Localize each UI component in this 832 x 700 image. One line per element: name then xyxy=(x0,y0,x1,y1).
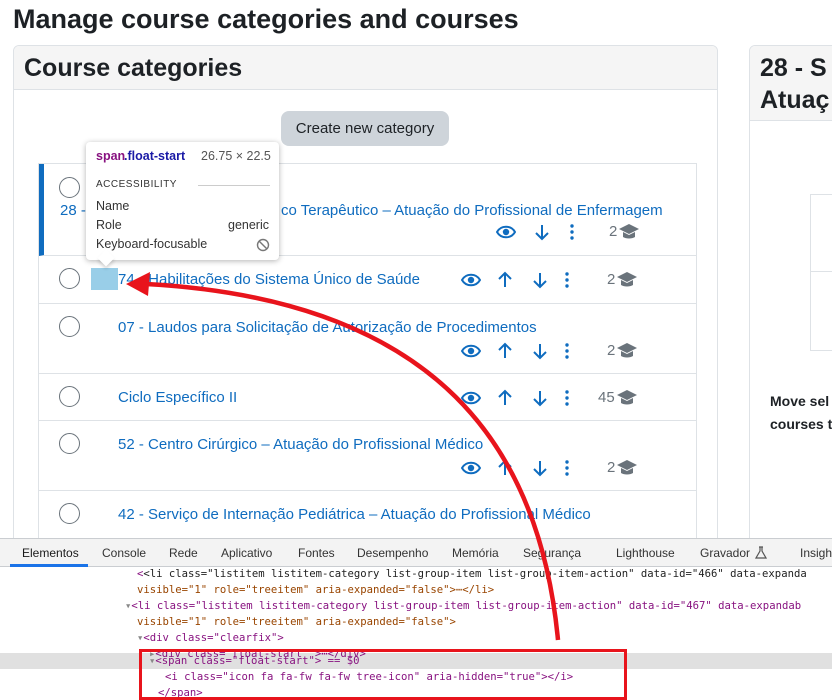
dom-line-text: <li class="listitem listitem-category li… xyxy=(143,568,807,580)
category-link-rest[interactable]: - Habilitações do Sistema Único de Saúde xyxy=(139,271,420,288)
dom-line-text: <div class="clearfix"> xyxy=(143,632,284,644)
category-link[interactable]: 52 - Centro Cirúrgico – Atuação do Profi… xyxy=(118,436,483,453)
dom-line[interactable]: visible="1" role="treeitem" aria-expande… xyxy=(137,616,456,628)
arrow-down-icon[interactable] xyxy=(530,270,550,290)
dom-line-text: visible="1" role="treeitem" aria-expande… xyxy=(137,616,456,628)
eye-icon[interactable] xyxy=(461,388,481,408)
eye-icon[interactable] xyxy=(496,222,516,242)
arrow-down-icon[interactable] xyxy=(530,458,550,478)
tab-network[interactable]: Rede xyxy=(169,546,198,560)
row-select-radio[interactable] xyxy=(59,316,80,337)
graduation-cap-icon xyxy=(619,224,639,239)
more-icon[interactable] xyxy=(562,222,582,242)
inspect-tooltip: span .float-start 26.75 × 22.5 ACCESSIBI… xyxy=(86,142,279,260)
arrow-up-icon[interactable] xyxy=(495,388,515,408)
tab-sources[interactable]: Fontes xyxy=(298,546,335,560)
category-row[interactable]: 74 - Habilitações do Sistema Único de Sa… xyxy=(39,256,696,304)
dom-line[interactable]: ▾<div class="clearfix"> xyxy=(137,632,284,644)
arrow-down-icon[interactable] xyxy=(532,222,552,242)
tooltip-selector-tag: span xyxy=(96,149,126,163)
category-detail-title: 28 - S xyxy=(760,54,827,82)
selected-tab-indicator xyxy=(10,564,88,567)
tooltip-focusable-label: Keyboard-focusable xyxy=(96,237,208,251)
category-row[interactable]: Ciclo Específico II 45 xyxy=(39,374,696,421)
flask-icon xyxy=(755,546,767,559)
dom-line-text: visible="1" role="treeitem" aria-expande… xyxy=(137,584,495,596)
category-detail-title-line2: Atuaç xyxy=(760,86,830,114)
eye-icon[interactable] xyxy=(461,458,481,478)
arrow-up-icon[interactable] xyxy=(495,458,515,478)
more-icon[interactable] xyxy=(557,388,577,408)
move-selected-label-line2: courses t xyxy=(770,416,832,432)
graduation-cap-icon xyxy=(617,390,637,405)
arrow-down-icon[interactable] xyxy=(530,341,550,361)
dom-line[interactable]: <<li class="listitem listitem-category l… xyxy=(137,568,807,580)
tab-application[interactable]: Aplicativo xyxy=(221,546,272,560)
dom-line[interactable]: ▾<li class="listitem listitem-category l… xyxy=(125,600,801,612)
tooltip-role-value: generic xyxy=(228,218,269,232)
tab-memory[interactable]: Memória xyxy=(452,546,499,560)
arrow-up-icon[interactable] xyxy=(495,341,515,361)
annotation-highlight-box xyxy=(139,649,627,700)
category-row[interactable]: 07 - Laudos para Solicitação de Autoriza… xyxy=(39,304,696,374)
graduation-cap-icon xyxy=(617,272,637,287)
category-link[interactable]: 07 - Laudos para Solicitação de Autoriza… xyxy=(118,319,537,336)
row-select-radio[interactable] xyxy=(59,503,80,524)
tooltip-section-rule xyxy=(198,185,270,186)
tab-performance[interactable]: Desempenho xyxy=(357,546,428,560)
category-detail-header: 28 - S Atuaç xyxy=(750,46,832,121)
course-count: 45 xyxy=(598,389,615,406)
tooltip-size: 26.75 × 22.5 xyxy=(201,149,271,163)
devtools-tab-bar: Elementos Console Rede Aplicativo Fontes… xyxy=(0,539,832,567)
eye-icon[interactable] xyxy=(461,270,481,290)
move-selected-label: Move sel xyxy=(770,393,830,409)
category-link[interactable]: Ciclo Específico II xyxy=(118,389,237,406)
graduation-cap-icon xyxy=(617,343,637,358)
tooltip-selector-class: .float-start xyxy=(124,149,186,163)
page-title: Manage course categories and courses xyxy=(13,4,519,34)
eye-icon[interactable] xyxy=(461,341,481,361)
tooltip-role-label: Role xyxy=(96,218,122,232)
arrow-down-icon[interactable] xyxy=(530,388,550,408)
tab-console[interactable]: Console xyxy=(102,546,146,560)
divider xyxy=(810,271,832,272)
not-focusable-icon xyxy=(256,238,270,252)
tab-insights[interactable]: Insigh xyxy=(800,546,832,560)
categories-panel-header: Course categories xyxy=(14,46,717,90)
tab-security[interactable]: Segurança xyxy=(523,546,581,560)
arrow-up-icon[interactable] xyxy=(495,270,515,290)
row-select-radio[interactable] xyxy=(59,177,80,198)
row-select-radio[interactable] xyxy=(59,386,80,407)
tooltip-name-label: Name xyxy=(96,199,130,213)
more-icon[interactable] xyxy=(557,458,577,478)
category-link[interactable]: 28 - xyxy=(60,202,86,219)
detail-box xyxy=(810,194,832,351)
dom-line[interactable]: visible="1" role="treeitem" aria-expande… xyxy=(137,584,494,596)
tooltip-section: ACCESSIBILITY xyxy=(96,179,177,190)
category-row[interactable]: 52 - Centro Cirúrgico – Atuação do Profi… xyxy=(39,421,696,491)
graduation-cap-icon xyxy=(617,460,637,475)
more-icon[interactable] xyxy=(557,341,577,361)
tab-lighthouse[interactable]: Lighthouse xyxy=(616,546,675,560)
categories-heading: Course categories xyxy=(24,54,243,82)
inspected-element-highlight xyxy=(91,268,118,290)
category-link[interactable]: 74 xyxy=(118,271,135,288)
dom-line-text: <li class="listitem listitem-category li… xyxy=(131,600,802,612)
row-select-radio[interactable] xyxy=(59,268,80,289)
category-detail-panel: 28 - S Atuaç Move sel courses t xyxy=(749,45,832,565)
tab-elements[interactable]: Elementos xyxy=(22,546,79,560)
create-category-button[interactable]: Create new category xyxy=(281,111,449,146)
category-link-rest[interactable]: co Terapêutico – Atuação do Profissional… xyxy=(281,202,663,219)
tab-recorder[interactable]: Gravador xyxy=(700,546,750,560)
category-link[interactable]: 42 - Serviço de Internação Pediátrica – … xyxy=(118,506,591,523)
more-icon[interactable] xyxy=(557,270,577,290)
row-select-radio[interactable] xyxy=(59,433,80,454)
